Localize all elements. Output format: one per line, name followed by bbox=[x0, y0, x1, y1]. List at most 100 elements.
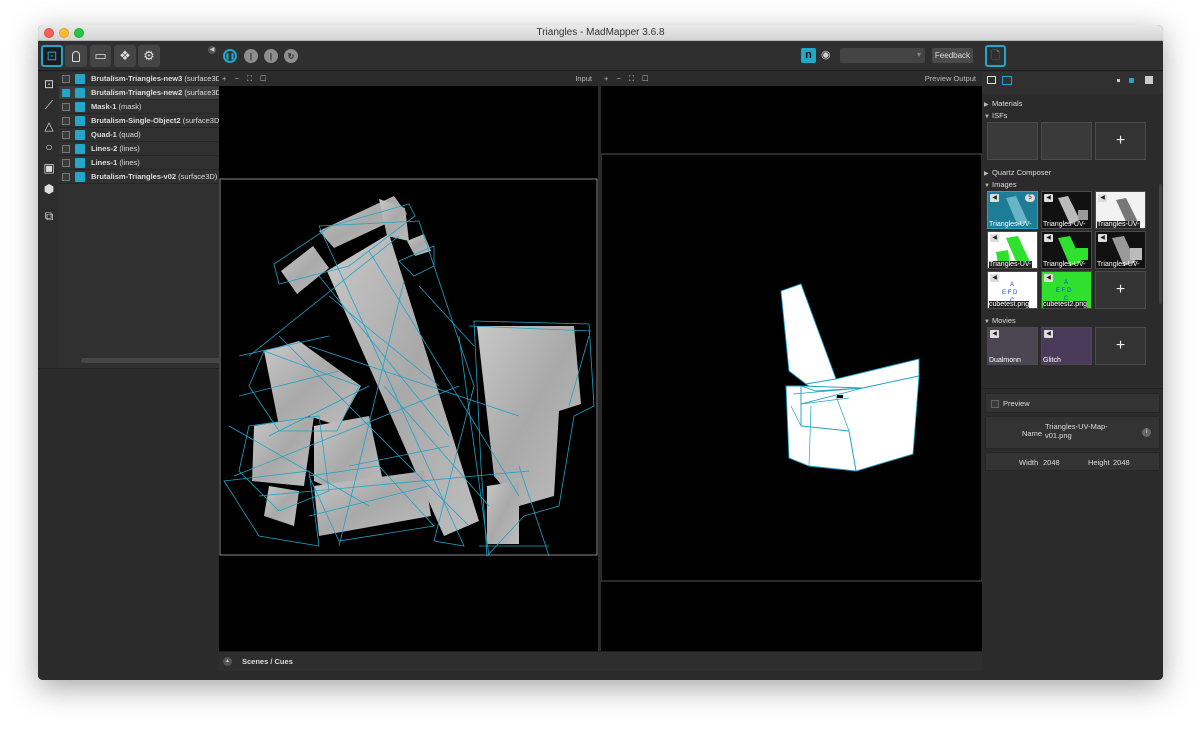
output-zoom-controls[interactable]: + − ⛶ ☐ bbox=[604, 74, 651, 84]
madmapper-logo-icon[interactable]: n bbox=[801, 48, 816, 63]
layer-visibility-checkbox[interactable] bbox=[62, 131, 70, 139]
layer-visibility-checkbox[interactable] bbox=[62, 75, 70, 83]
play-icon[interactable]: ◀ bbox=[1044, 194, 1053, 202]
pause-button[interactable]: ❚❚ bbox=[223, 49, 237, 63]
output-view-toolbar: + − ⛶ ☐ Preview Output bbox=[601, 72, 982, 86]
image-thumbnail[interactable]: ◀ 5 Triangles-UV- bbox=[987, 191, 1038, 229]
eye-icon[interactable]: ◉ bbox=[821, 49, 835, 61]
layer-name: Brutalism-Triangles-v02 bbox=[91, 172, 177, 181]
section-materials[interactable]: ▶ Materials bbox=[984, 99, 1022, 108]
add-quad-button[interactable]: ⊡ bbox=[41, 76, 57, 92]
layer-row[interactable]: Brutalism-Single-Object2 (surface3D) bbox=[59, 114, 219, 128]
section-isfs[interactable]: ▼ ISFs bbox=[984, 111, 1007, 120]
section-movies[interactable]: ▼ Movies bbox=[984, 316, 1016, 325]
name-value[interactable]: Triangles-UV-Map- v01.png bbox=[1045, 422, 1108, 440]
feedback-button[interactable]: Feedback bbox=[932, 48, 973, 63]
step-back-button[interactable]: | bbox=[264, 49, 278, 63]
layer-row[interactable]: Brutalism-Triangles-new2 (surface3D) bbox=[59, 86, 219, 100]
layer-row[interactable]: Brutalism-Triangles-v02 (surface3D) bbox=[59, 170, 219, 184]
section-quartz-composer[interactable]: ▶ Quartz Composer bbox=[984, 168, 1051, 177]
title-bar: Triangles - MadMapper 3.6.8 bbox=[38, 25, 1163, 41]
import-icon: ⧉ bbox=[44, 209, 54, 223]
movie-thumbnail[interactable]: ◀ Glitch bbox=[1041, 327, 1092, 365]
small-thumbnails-icon[interactable] bbox=[1117, 79, 1120, 82]
preferences-button[interactable]: ⚙ bbox=[138, 45, 160, 67]
media-panel-tabs bbox=[982, 72, 1163, 94]
layer-type: (surface3D) bbox=[184, 88, 219, 97]
output-mode-button[interactable]: ▭ bbox=[90, 45, 111, 67]
play-icon[interactable]: ◀ bbox=[1044, 234, 1053, 242]
image-thumbnail[interactable]: ◀ Triangles-UV- bbox=[1041, 231, 1092, 269]
layer-row[interactable]: Lines-1 (lines) bbox=[59, 156, 219, 170]
preview-checkbox[interactable] bbox=[991, 400, 999, 408]
layer-visibility-checkbox[interactable] bbox=[62, 89, 70, 97]
add-mask-button[interactable]: ▣ bbox=[41, 160, 57, 176]
layer-visibility-checkbox[interactable] bbox=[62, 159, 70, 167]
collapse-sidebar-button[interactable]: ◀ bbox=[208, 46, 216, 54]
scenes-cues-bar[interactable]: ▲ Scenes / Cues bbox=[219, 651, 982, 671]
chevron-up-icon[interactable]: ▲ bbox=[223, 657, 232, 666]
info-icon[interactable]: i bbox=[1142, 428, 1151, 437]
layers-scrollbar[interactable] bbox=[81, 358, 231, 363]
add-line-button[interactable]: ⟋ bbox=[41, 97, 57, 113]
section-images[interactable]: ▼ Images bbox=[984, 180, 1017, 189]
layer-row[interactable]: Quad-1 (quad) bbox=[59, 128, 219, 142]
layer-visibility-checkbox[interactable] bbox=[62, 145, 70, 153]
layer-visibility-checkbox[interactable] bbox=[62, 117, 70, 125]
import-button[interactable]: ⧉ bbox=[41, 208, 57, 224]
library-scrollbar[interactable] bbox=[1159, 184, 1162, 304]
layer-row[interactable]: Mask-1 (mask) bbox=[59, 100, 219, 114]
layer-name: Lines-1 bbox=[91, 158, 118, 167]
layer-label: Brutalism-Triangles-new3 (surface3D) bbox=[91, 74, 219, 83]
play-icon[interactable]: ◀ bbox=[990, 274, 999, 282]
large-thumbnails-icon[interactable] bbox=[1145, 76, 1153, 84]
add-circle-button[interactable]: ○ bbox=[41, 139, 57, 155]
add-triangle-button[interactable]: △ bbox=[41, 118, 57, 134]
height-value: 2048 bbox=[1113, 458, 1130, 467]
layer-row[interactable]: Lines-2 (lines) bbox=[59, 142, 219, 156]
media-library-icon[interactable] bbox=[1002, 76, 1012, 85]
add-isf-button[interactable]: + bbox=[1095, 122, 1146, 160]
section-label: Images bbox=[992, 180, 1017, 189]
add-line-icon: ⟋ bbox=[44, 98, 54, 112]
step-back-icon: | bbox=[269, 51, 273, 61]
play-icon[interactable]: ◀ bbox=[1044, 274, 1053, 282]
isf-slot[interactable] bbox=[987, 122, 1038, 160]
play-icon[interactable]: ◀ bbox=[990, 234, 999, 242]
modules-mode-button[interactable]: ❖ bbox=[114, 45, 136, 67]
input-zoom-controls[interactable]: + − ⛶ ☐ bbox=[222, 74, 269, 84]
list-view-icon[interactable] bbox=[987, 76, 996, 84]
layer-visibility-checkbox[interactable] bbox=[62, 103, 70, 111]
isf-slot[interactable] bbox=[1041, 122, 1092, 160]
layer-name: Brutalism-Triangles-new3 bbox=[91, 74, 183, 83]
surface-layer-icon bbox=[75, 116, 85, 126]
svg-text:E F D: E F D bbox=[1056, 288, 1072, 294]
lights-mode-button[interactable] bbox=[65, 45, 87, 67]
layer-visibility-checkbox[interactable] bbox=[62, 173, 70, 181]
play-icon[interactable]: ◀ bbox=[1098, 194, 1107, 202]
output-canvas[interactable] bbox=[600, 86, 983, 651]
loop-button[interactable]: ↻ bbox=[284, 49, 298, 63]
play-icon[interactable]: ◀ bbox=[990, 194, 999, 202]
layer-row[interactable]: Brutalism-Triangles-new3 (surface3D) bbox=[59, 72, 219, 86]
image-thumbnail[interactable]: ◀ Triangles-UV- bbox=[1095, 231, 1146, 269]
step-forward-button[interactable]: | bbox=[244, 49, 258, 63]
play-icon[interactable]: ◀ bbox=[1098, 234, 1107, 242]
image-thumbnail[interactable]: ◀ Triangles-UV- bbox=[1041, 191, 1092, 229]
add-image-button[interactable]: + bbox=[1095, 271, 1146, 309]
input-canvas[interactable] bbox=[219, 86, 598, 651]
add-movie-button[interactable]: + bbox=[1095, 327, 1146, 365]
add-3d-object-icon: ⬢ bbox=[43, 182, 55, 196]
play-icon[interactable]: ◀ bbox=[1044, 330, 1053, 338]
play-icon[interactable]: ◀ bbox=[990, 330, 999, 338]
surfaces-mode-button[interactable]: ⊡ bbox=[41, 45, 63, 67]
image-thumbnail[interactable]: ◀ Triangles-UV- bbox=[1095, 191, 1146, 229]
image-thumbnail[interactable]: A E F D C ◀ cubetest2.png bbox=[1041, 271, 1092, 309]
image-thumbnail[interactable]: ◀ Triangles-UV- bbox=[987, 231, 1038, 269]
output-select[interactable]: ▾ bbox=[840, 48, 925, 63]
documentation-button[interactable]: 🗋 bbox=[985, 45, 1006, 67]
add-3d-object-button[interactable]: ⬢ bbox=[41, 181, 57, 197]
movie-thumbnail[interactable]: ◀ Dualmonn bbox=[987, 327, 1038, 365]
medium-thumbnails-icon[interactable] bbox=[1129, 78, 1134, 83]
image-thumbnail[interactable]: A E F D C ◀ cubetest.png bbox=[987, 271, 1038, 309]
